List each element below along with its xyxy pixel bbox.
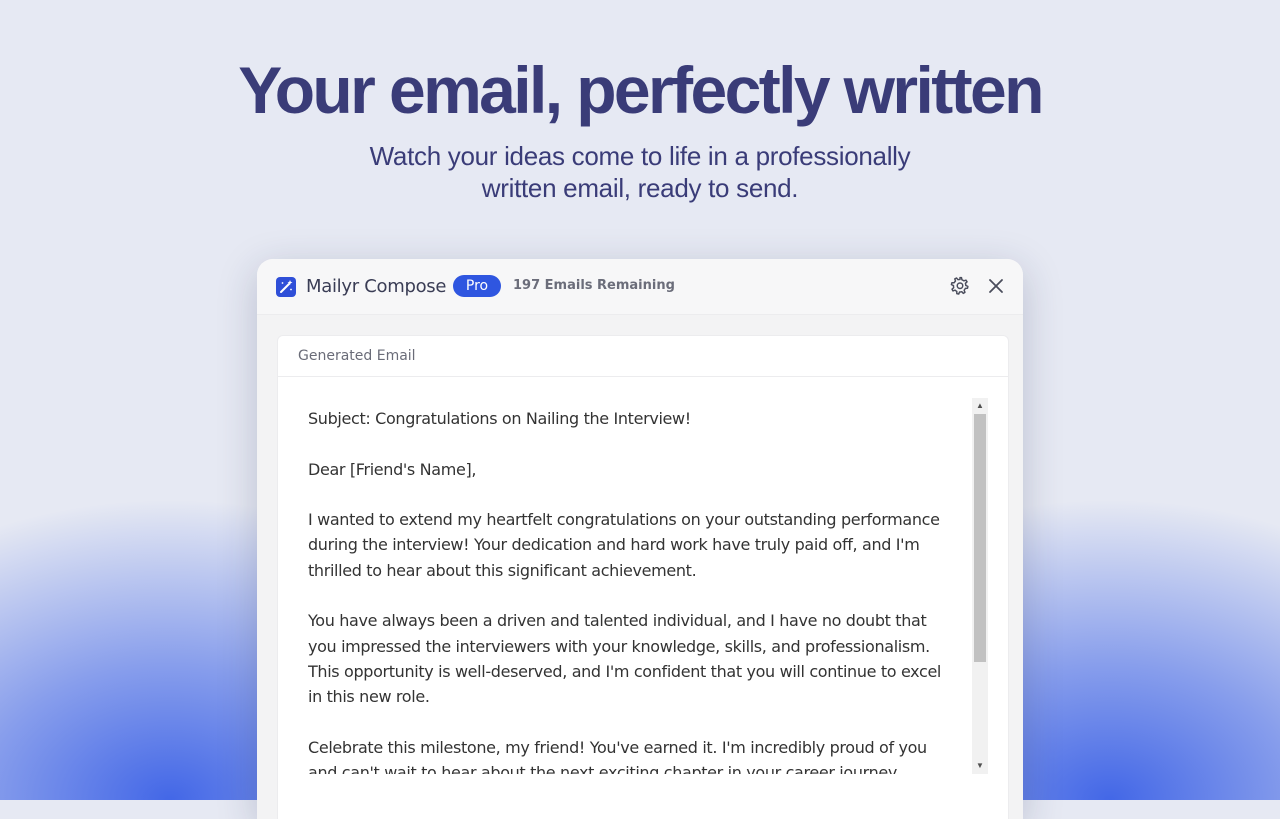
scrollbar-thumb[interactable] xyxy=(974,414,986,662)
card-divider xyxy=(278,376,1008,377)
email-greeting: Dear [Friend's Name], xyxy=(308,459,477,479)
emails-remaining-count: 197 Emails Remaining xyxy=(513,278,675,293)
email-scrollbar[interactable]: ▲ ▼ xyxy=(972,398,988,774)
scroll-down-arrow-icon[interactable]: ▼ xyxy=(972,758,988,774)
email-textarea[interactable]: Subject: Congratulations on Nailing the … xyxy=(308,406,958,774)
pro-badge: Pro xyxy=(453,275,501,297)
hero-title: Your email, perfectly written xyxy=(238,53,1044,127)
compose-panel: Mailyr Compose Pro 197 Emails Remaining … xyxy=(257,259,1023,819)
panel-header: Mailyr Compose Pro 197 Emails Remaining xyxy=(257,259,1023,315)
close-icon[interactable] xyxy=(986,276,1006,296)
email-paragraph: I wanted to extend my heartfelt congratu… xyxy=(308,510,940,580)
generated-email-card: Generated Email Subject: Congratulations… xyxy=(277,335,1009,819)
gear-icon[interactable] xyxy=(949,275,971,297)
generated-email-label: Generated Email xyxy=(298,348,416,364)
email-paragraph: You have always been a driven and talent… xyxy=(308,611,942,707)
magic-wand-icon xyxy=(276,277,296,297)
hero-subtitle: Watch your ideas come to life in a profe… xyxy=(369,141,911,203)
app-name: Mailyr Compose xyxy=(306,276,447,297)
email-subject: Subject: Congratulations on Nailing the … xyxy=(308,409,691,428)
email-paragraph: Celebrate this milestone, my friend! You… xyxy=(308,737,927,774)
scroll-up-arrow-icon[interactable]: ▲ xyxy=(972,398,988,414)
